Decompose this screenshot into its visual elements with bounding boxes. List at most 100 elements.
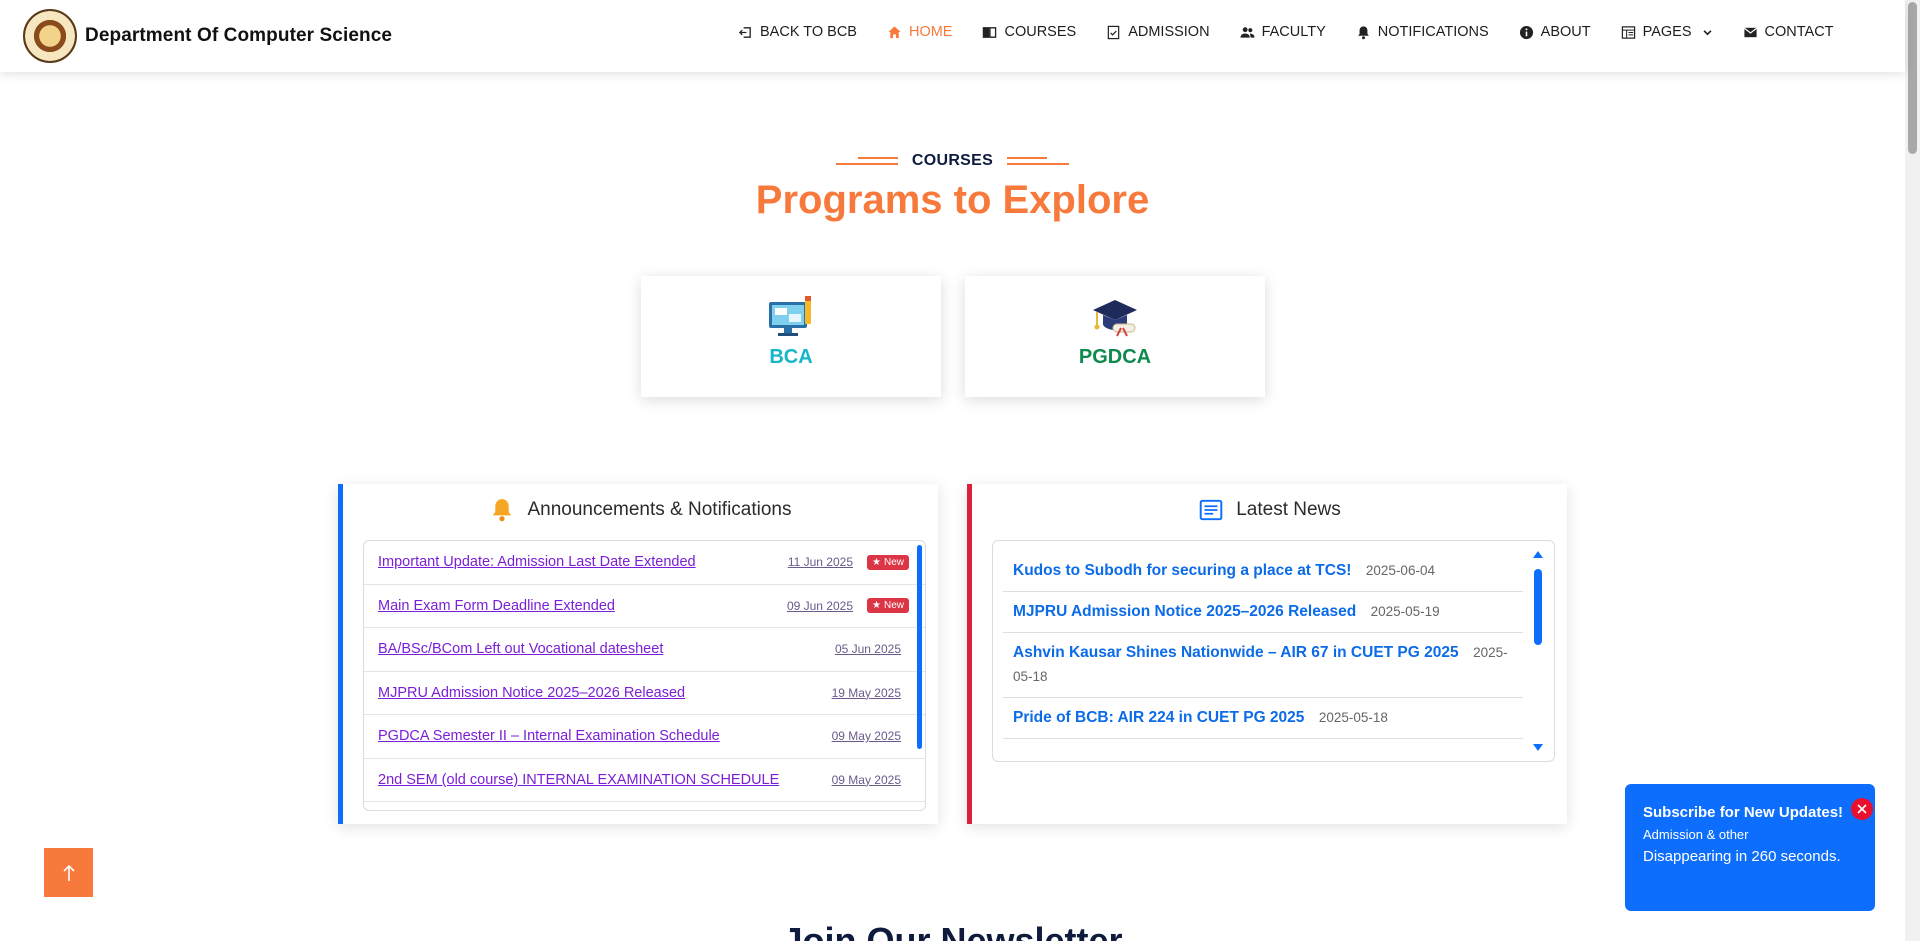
announcement-date: 11 Jun 2025	[787, 555, 853, 570]
announcement-link[interactable]: Important Update: Admission Last Date Ex…	[378, 554, 696, 570]
close-button[interactable]	[1851, 798, 1873, 820]
eyebrow-text: COURSES	[911, 152, 994, 169]
arrow-up-icon	[62, 864, 75, 881]
bell-icon	[493, 499, 512, 522]
new-badge: ★ New	[867, 554, 909, 570]
announcement-link[interactable]: MJPRU Admission Notice 2025–2026 Release…	[378, 685, 685, 701]
page-scrollbar[interactable]	[1905, 0, 1920, 941]
back-icon	[738, 26, 751, 38]
announcement-date: 19 May 2025	[831, 685, 901, 700]
news-scrollbar-thumb[interactable]	[1534, 569, 1542, 645]
home-icon	[888, 25, 901, 38]
news-item[interactable]: Ashvin Kausar Shines Nationwide – AIR 67…	[1003, 633, 1523, 698]
nav-label: ABOUT	[1540, 24, 1591, 40]
announcement-link[interactable]: Main Exam Form Deadline Extended	[378, 598, 615, 614]
announcement-item[interactable]: 2nd SEM (old course) INTERNAL EXAMINATIO…	[364, 759, 925, 802]
course-card-pgdca[interactable]: PGDCA	[965, 276, 1265, 397]
nav-label: PAGES	[1642, 24, 1692, 40]
nav-notifications[interactable]: NOTIFICATIONS	[1356, 24, 1489, 40]
nav-pages-dropdown[interactable]: PAGES	[1621, 24, 1713, 40]
page-scrollbar-thumb[interactable]	[1908, 2, 1917, 154]
nav-contact[interactable]: CONTACT	[1743, 24, 1834, 40]
nav-label: HOME	[908, 24, 953, 40]
new-badge: ★ New	[867, 598, 909, 614]
course-name: PGDCA	[1078, 346, 1152, 368]
announcements-scrollbar[interactable]	[917, 545, 922, 749]
news-date: 2025-05-18	[1318, 710, 1388, 725]
announcement-date: 09 Jun 2025	[786, 598, 853, 613]
pages-icon	[1621, 25, 1635, 39]
nav-label: BACK TO BCB	[760, 24, 857, 40]
announcements-list[interactable]: Important Update: Admission Last Date Ex…	[363, 540, 926, 811]
news-item[interactable]: Pride of BCB: AIR 224 in CUET PG 2025 20…	[1003, 698, 1523, 739]
clipboard-check-icon	[1107, 25, 1120, 39]
nav-label: FACULTY	[1261, 24, 1326, 40]
news-scrollbar[interactable]	[1532, 551, 1544, 751]
brand-title: Department Of Computer Science	[85, 25, 393, 46]
mail-icon	[1743, 27, 1757, 37]
badge-label: New	[883, 556, 904, 568]
news-item[interactable]: Kudos to Subodh for securing a place at …	[1003, 551, 1523, 592]
announcement-link[interactable]: 2nd SEM (old course) INTERNAL EXAMINATIO…	[378, 772, 779, 788]
announcement-item[interactable]: PGDCA Semester II – Internal Examination…	[364, 715, 925, 759]
university-logo	[23, 9, 77, 63]
close-icon	[1857, 804, 1867, 814]
announcement-item[interactable]: MJPRU Admission Notice 2025–2026 Release…	[364, 672, 925, 715]
star-icon: ★	[872, 600, 881, 612]
users-icon	[1240, 26, 1255, 38]
news-item[interactable]: MJPRU Admission Notice 2025–2026 Release…	[1003, 592, 1523, 633]
subscribe-toast[interactable]: Subscribe for New Updates! Admission & o…	[1625, 784, 1875, 911]
graduation-cap-icon	[1093, 300, 1137, 337]
course-name: BCA	[769, 346, 813, 368]
toast-timer: Disappearing in 260 seconds.	[1643, 848, 1841, 865]
nav-back-to-bcb[interactable]: BACK TO BCB	[738, 24, 857, 40]
chevron-down-icon	[1702, 29, 1712, 35]
info-icon	[1519, 25, 1533, 39]
nav-label: CONTACT	[1764, 24, 1834, 40]
scroll-up-icon[interactable]	[1533, 551, 1543, 558]
news-link[interactable]: MJPRU Admission Notice 2025–2026 Release…	[1013, 603, 1356, 620]
brand[interactable]: Department Of Computer Science	[23, 9, 392, 63]
announcement-item[interactable]: BA/BSc/BCom Left out Vocational dateshee…	[364, 628, 925, 672]
announcements-header: Announcements & Notifications	[343, 497, 938, 523]
nav-courses[interactable]: COURSES	[982, 24, 1076, 40]
heading-decoration	[1007, 157, 1070, 165]
newsletter-title: Join Our Newsletter	[782, 920, 1123, 941]
course-card-bca[interactable]: BCA	[641, 276, 941, 397]
announcement-date: 05 Jun 2025	[834, 642, 901, 657]
news-link[interactable]: Pride of BCB: AIR 224 in CUET PG 2025	[1013, 709, 1304, 726]
nav-faculty[interactable]: FACULTY	[1240, 24, 1326, 40]
toast-title: Subscribe for New Updates!	[1643, 804, 1844, 821]
top-navbar: Department Of Computer Science BACK TO B…	[0, 0, 1905, 72]
nav-label: COURSES	[1004, 24, 1077, 40]
news-list[interactable]: Kudos to Subodh for securing a place at …	[992, 540, 1555, 762]
announcement-item[interactable]: Main Exam Form Deadline Extended 09 Jun …	[364, 585, 925, 628]
section-title: Programs to Explore	[755, 178, 1150, 222]
announcement-link[interactable]: PGDCA Semester II – Internal Examination…	[378, 728, 720, 744]
announcement-item[interactable]: Important Update: Admission Last Date Ex…	[364, 541, 925, 585]
announcement-link[interactable]: BA/BSc/BCom Left out Vocational dateshee…	[378, 641, 663, 657]
main-nav: BACK TO BCB HOME COURSES ADMISSION FACUL…	[738, 24, 1864, 40]
news-panel: Latest News Kudos to Subodh for securing…	[967, 484, 1567, 824]
badge-label: New	[883, 600, 904, 612]
back-to-top-button[interactable]	[44, 848, 93, 897]
scroll-down-icon[interactable]	[1533, 744, 1543, 751]
news-link[interactable]: Kudos to Subodh for securing a place at …	[1013, 562, 1351, 579]
news-link[interactable]: Ashvin Kausar Shines Nationwide – AIR 67…	[1013, 644, 1459, 661]
star-icon: ★	[872, 556, 881, 568]
nav-label: ADMISSION	[1128, 24, 1210, 40]
announcements-panel: Announcements & Notifications Important …	[338, 484, 938, 824]
nav-label: NOTIFICATIONS	[1377, 24, 1489, 40]
announcement-date: 09 May 2025	[831, 729, 901, 744]
computer-icon	[769, 296, 811, 336]
bell-icon	[1357, 25, 1369, 39]
nav-home[interactable]: HOME	[887, 24, 953, 40]
news-date: 2025-05-19	[1370, 604, 1440, 619]
announcements-title: Announcements & Notifications	[527, 499, 792, 520]
newspaper-icon	[1199, 499, 1223, 521]
nav-admission[interactable]: ADMISSION	[1106, 24, 1210, 40]
announcement-date: 09 May 2025	[831, 772, 901, 787]
heading-decoration	[835, 157, 898, 165]
nav-about[interactable]: ABOUT	[1519, 24, 1591, 40]
toast-subtitle: Admission & other	[1643, 827, 1749, 842]
